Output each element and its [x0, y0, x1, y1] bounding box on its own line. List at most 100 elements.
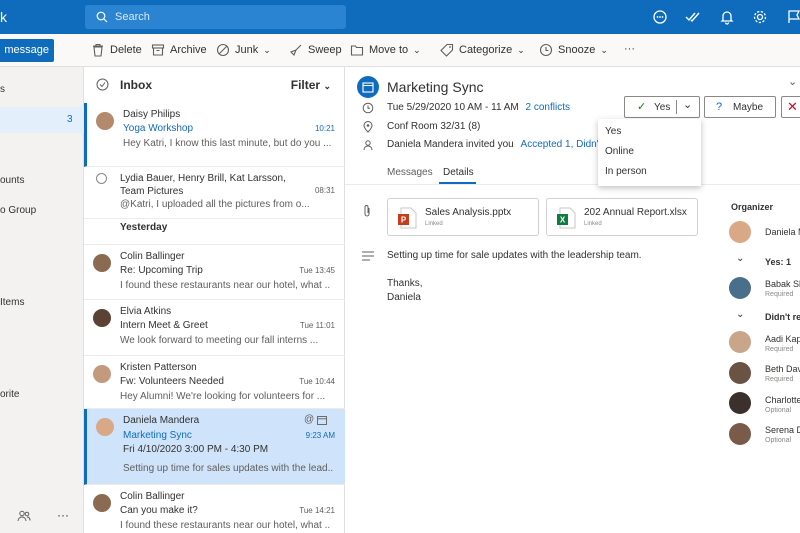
yes-group-label: Yes: 1 [765, 257, 792, 267]
decline-button[interactable]: ✕ [781, 96, 800, 118]
message-event-date: Fri 4/10/2020 3:00 PM - 4:30 PM [123, 444, 269, 455]
app-brand[interactable]: k [0, 9, 7, 25]
top-bar: k Search [0, 0, 800, 34]
search-box[interactable]: Search [85, 5, 346, 29]
list-item[interactable]: Daisy Philips Yoga Workshop 10:21 Hey Ka… [84, 103, 345, 167]
conflicts-link[interactable]: 2 conflicts [526, 102, 570, 113]
list-item[interactable]: Kristen Patterson Fw: Volunteers Needed … [84, 356, 345, 409]
attendee-name[interactable]: Charlotte [765, 395, 800, 405]
message-preview: @Katri, I uploaded all the pictures from… [120, 199, 310, 210]
feedback-flag-icon[interactable] [786, 9, 800, 25]
clock-icon [362, 102, 374, 114]
more-commands-button[interactable]: ··· [624, 43, 635, 55]
maybe-button[interactable]: ? Maybe [704, 96, 776, 118]
message-list: Inbox Filter ⌄ Daisy Philips Yoga Worksh… [84, 67, 345, 533]
avatar [729, 277, 751, 299]
signature: Daniela [387, 292, 421, 303]
new-message-button[interactable]: message [0, 39, 54, 62]
list-item-selected[interactable]: Daniela Mandera @ Marketing Sync 9:23 AM… [84, 409, 345, 485]
more-apps-button[interactable]: ··· [57, 508, 69, 522]
select-all-icon[interactable] [96, 78, 109, 91]
signoff: Thanks, [387, 278, 423, 289]
categorize-button[interactable]: Categorize ⌄ [440, 43, 525, 57]
snooze-button[interactable]: Snooze ⌄ [539, 43, 608, 57]
attachment-card[interactable]: P Sales Analysis.pptx Linked [387, 198, 539, 236]
attendee-role: Optional [765, 437, 792, 444]
tab-details[interactable]: Details [443, 167, 474, 178]
message-sender: Lydia Bauer, Henry Brill, Kat Larsson, [120, 173, 286, 184]
attendee-name[interactable]: Aadi Kap [765, 334, 800, 344]
attachment-status: Linked [584, 221, 602, 227]
folder-item[interactable]: o Group [0, 205, 36, 216]
command-bar: message Delete Archive Junk ⌄ Sweep Move… [0, 34, 800, 67]
chevron-down-icon[interactable]: ⌄ [736, 253, 744, 264]
tab-messages[interactable]: Messages [387, 167, 433, 178]
filter-button[interactable]: Filter ⌄ [291, 78, 331, 92]
snooze-label: Snooze [558, 44, 596, 56]
gear-icon[interactable] [752, 9, 768, 25]
folder-item[interactable]: ounts [0, 175, 24, 186]
delete-button[interactable]: Delete [91, 43, 142, 57]
attachment-name: Sales Analysis.pptx [425, 207, 512, 218]
move-to-button[interactable]: Move to ⌄ [350, 43, 421, 57]
search-placeholder: Search [115, 11, 150, 23]
attendance-link[interactable]: Accepted 1, Didn't [521, 139, 602, 150]
archive-button[interactable]: Archive [151, 43, 207, 57]
list-item[interactable]: Colin Ballinger Re: Upcoming Trip Tue 13… [84, 244, 345, 300]
message-time: 10:21 [314, 124, 335, 133]
list-item[interactable]: Colin Ballinger Can you make it? Tue 14:… [84, 485, 345, 533]
message-preview: I found these restaurants near our hotel… [120, 280, 330, 291]
message-time: 9:23 AM [305, 431, 335, 440]
attachment-card[interactable]: X 202 Annual Report.xlsx Linked [546, 198, 698, 236]
message-sender: Kristen Patterson [120, 362, 197, 373]
sweep-button[interactable]: Sweep [289, 43, 342, 57]
chevron-down-icon[interactable]: ⌄ [736, 309, 744, 320]
junk-button[interactable]: Junk ⌄ [216, 43, 271, 57]
chevron-down-icon: ⌄ [263, 44, 271, 55]
chevron-down-icon[interactable]: ⌄ [788, 75, 797, 88]
broom-icon [290, 44, 302, 56]
organizer-name[interactable]: Daniela M [765, 227, 800, 237]
double-check-icon[interactable] [685, 9, 701, 25]
folder-item[interactable]: s [0, 84, 5, 95]
folder-icon [350, 45, 364, 56]
avatar [729, 221, 751, 243]
menu-item-online[interactable]: Online [605, 146, 634, 157]
attendee-name[interactable]: Babak Sh [765, 279, 800, 289]
avatar [729, 331, 751, 353]
section-header: Yesterday [120, 222, 168, 233]
attendee-name[interactable]: Beth Dav [765, 364, 800, 374]
svg-text:P: P [401, 216, 407, 225]
folder-item[interactable]: Items [0, 297, 24, 308]
people-icon[interactable] [17, 509, 31, 523]
chevron-down-icon[interactable]: ⌄ [683, 98, 692, 111]
message-subject: Team Pictures [120, 186, 184, 197]
yes-button[interactable]: ✓ Yes ⌄ [624, 96, 700, 118]
message-subject: Intern Meet & Greet [120, 320, 208, 331]
tag-icon [440, 43, 454, 57]
chevron-down-icon: ⌄ [600, 44, 608, 55]
avatar [93, 309, 111, 327]
message-sender: Colin Ballinger [120, 491, 185, 502]
trash-icon [93, 43, 103, 57]
event-invite-row: Daniela Mandera invited you Accepted 1, … [387, 139, 601, 150]
attendee-role: Optional [765, 407, 792, 414]
menu-item-yes[interactable]: Yes [605, 126, 621, 137]
menu-item-in-person[interactable]: In person [605, 166, 647, 177]
event-badge [357, 76, 379, 98]
categorize-label: Categorize [459, 44, 513, 56]
list-item[interactable]: Elvia Atkins Intern Meet & Greet Tue 11:… [84, 300, 345, 356]
event-title: Marketing Sync [387, 79, 484, 95]
attendee-name[interactable]: Serena D [765, 425, 800, 435]
select-circle[interactable] [96, 173, 107, 184]
folder-item[interactable]: orite [0, 389, 19, 400]
list-item[interactable]: Lydia Bauer, Henry Brill, Kat Larsson, T… [84, 167, 345, 219]
divider [345, 184, 800, 185]
location-pin-icon [363, 121, 373, 133]
bell-icon[interactable] [719, 9, 735, 25]
svg-text:X: X [560, 216, 566, 225]
chevron-down-icon: ⌄ [517, 44, 525, 55]
chat-icon[interactable] [652, 9, 668, 25]
attendee-role: Required [765, 376, 794, 383]
excel-file-icon: X [557, 207, 576, 229]
